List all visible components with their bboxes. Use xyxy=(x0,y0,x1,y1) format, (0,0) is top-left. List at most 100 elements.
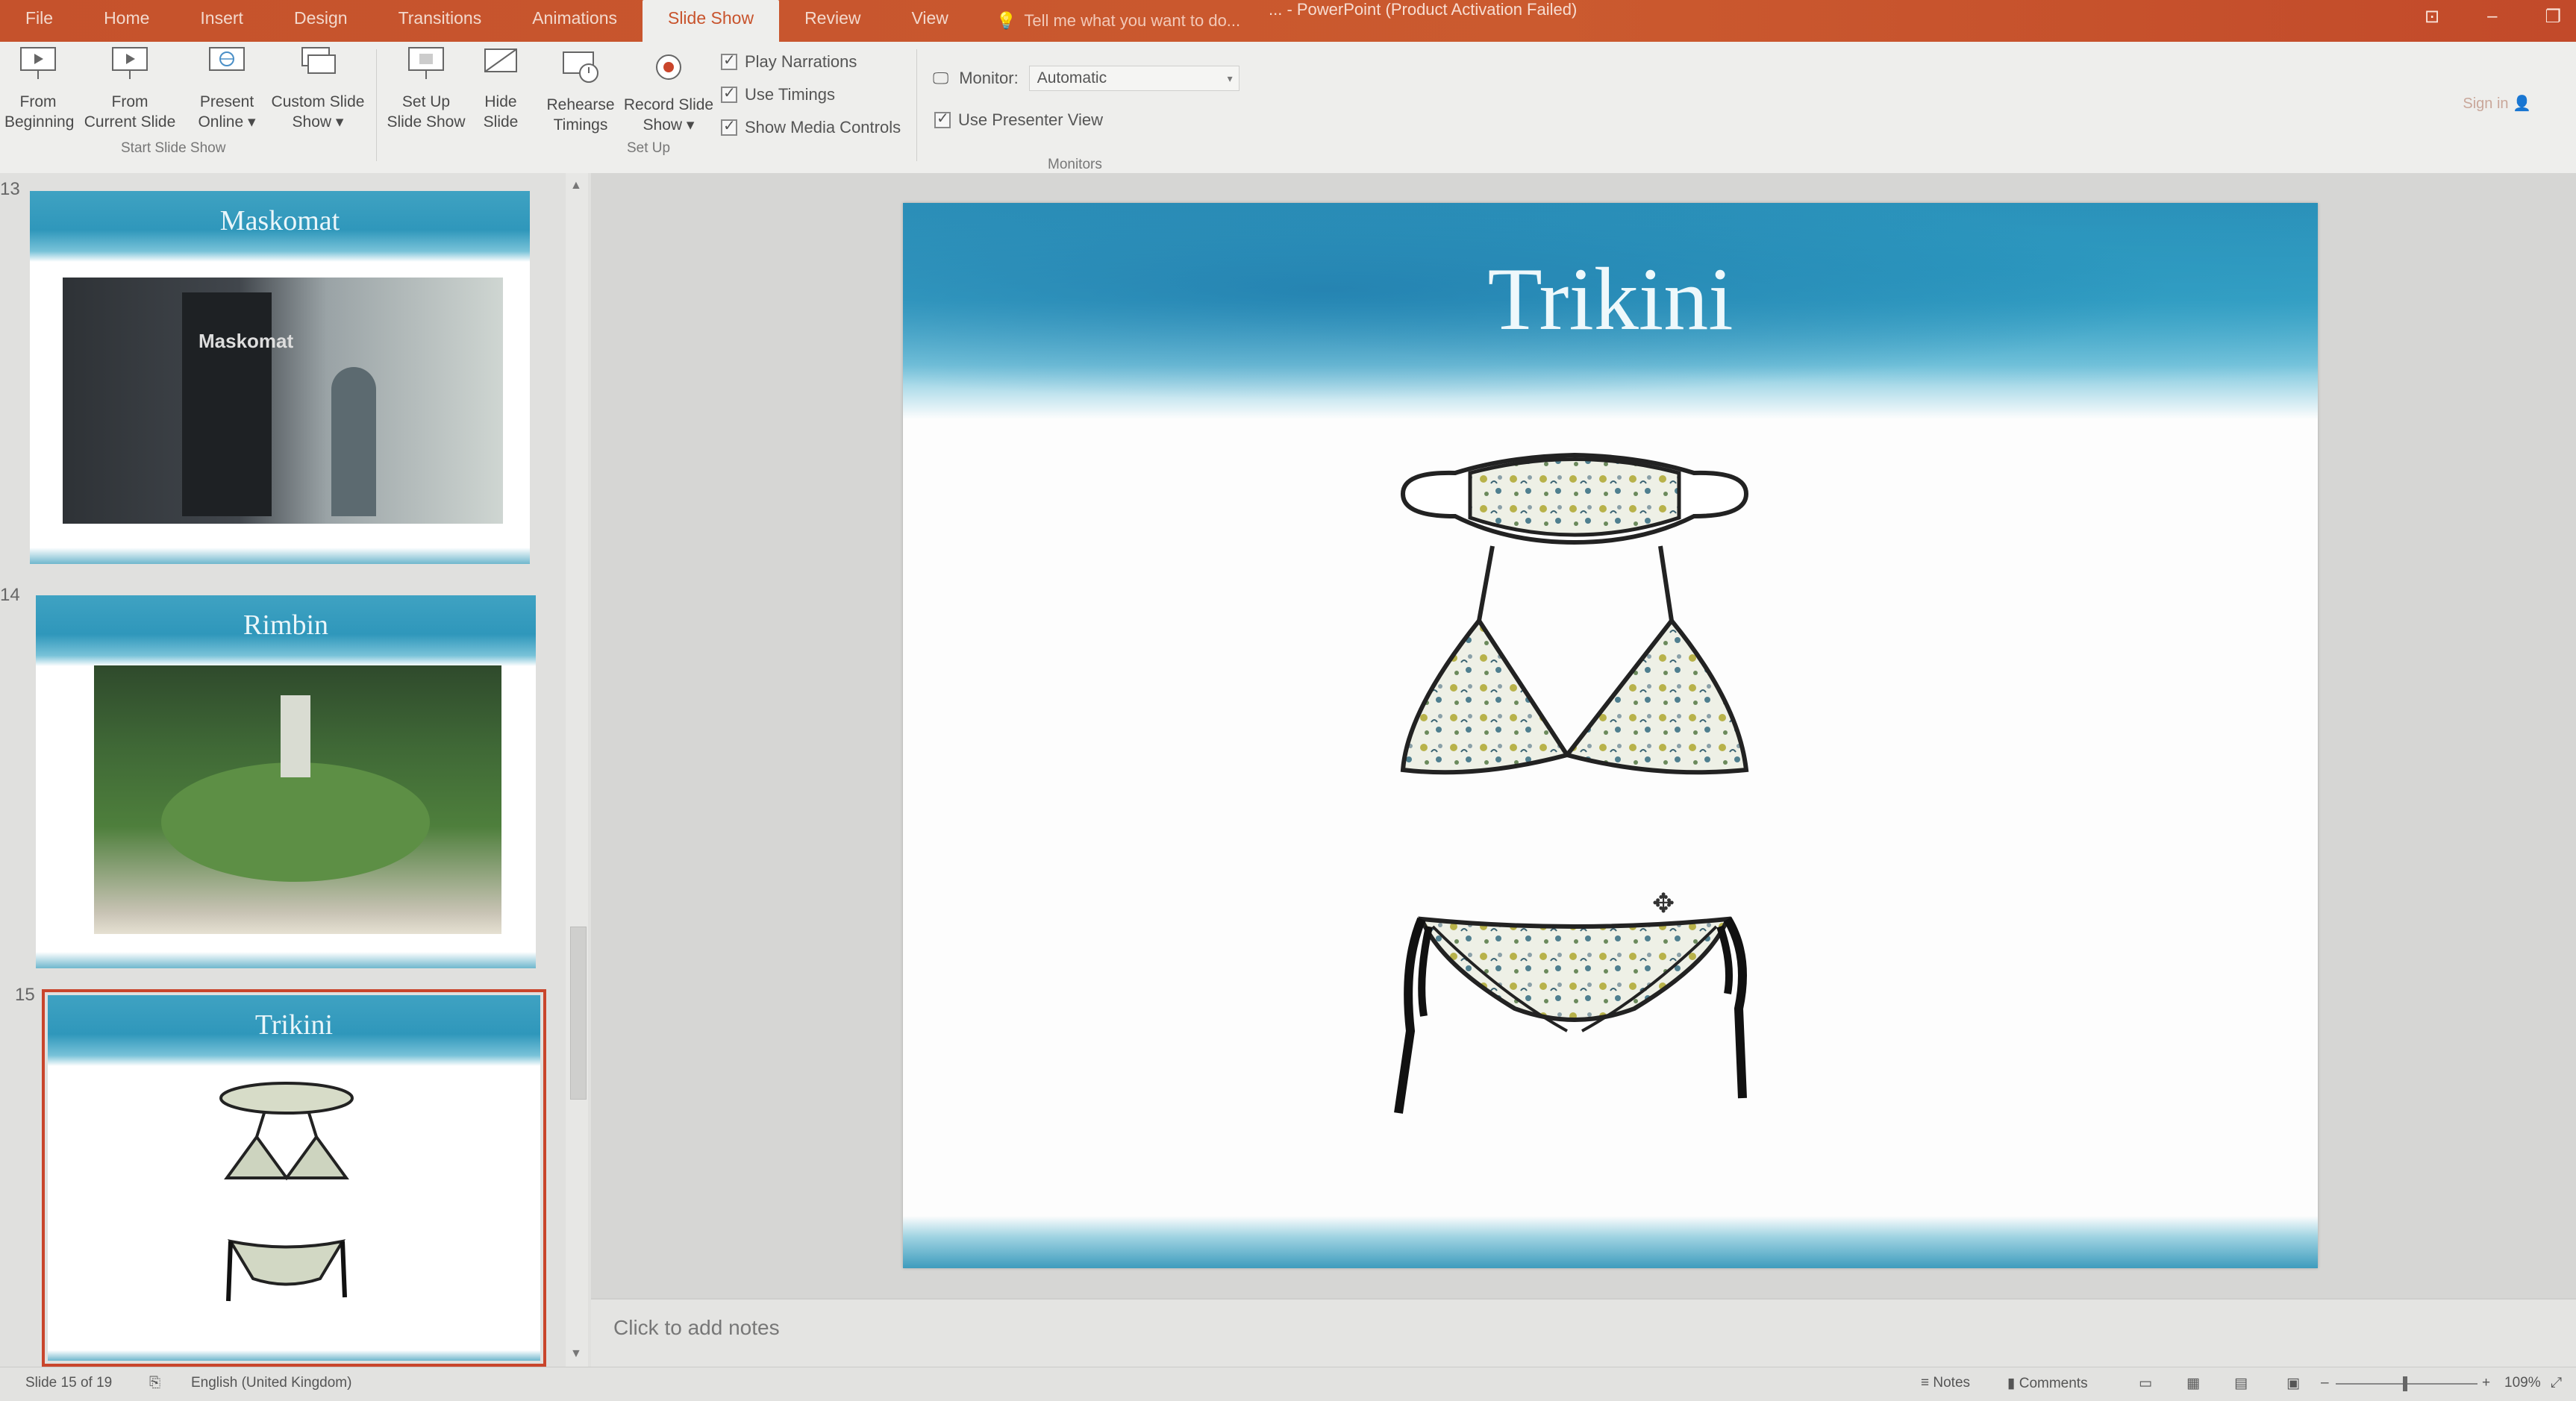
hide-slide-icon xyxy=(484,48,517,72)
reading-view-icon[interactable]: ▤ xyxy=(2234,1375,2248,1392)
slide-number: 13 xyxy=(0,179,20,199)
notes-placeholder: Click to add notes xyxy=(613,1316,780,1339)
rehearse-timings-button[interactable]: Rehearse Timings xyxy=(539,48,622,135)
ribbon-display-icon[interactable]: ⊡ xyxy=(2425,6,2439,28)
language-indicator[interactable]: English (United Kingdom) xyxy=(191,1375,351,1391)
zoom-in-icon[interactable]: + xyxy=(2482,1375,2490,1391)
custom-slide-show-button[interactable]: Custom Slide Show ▾ xyxy=(266,45,370,132)
ribbon-tabs: File Home Insert Design Transitions Anim… xyxy=(0,0,1240,42)
slideshow-play-icon xyxy=(20,47,56,79)
group-separator xyxy=(916,49,917,161)
thumb-title: Rimbin xyxy=(243,609,329,641)
user-icon: 👤 xyxy=(2513,95,2531,112)
group-separator xyxy=(376,49,377,161)
tab-design[interactable]: Design xyxy=(269,0,373,42)
scroll-up-icon[interactable]: ▲ xyxy=(570,179,582,192)
group-label-start: Start Slide Show xyxy=(121,140,226,156)
comments-button[interactable]: ▮ Comments xyxy=(2007,1375,2088,1392)
slide-sorter-icon[interactable]: ▦ xyxy=(2186,1375,2200,1392)
record-slide-show-button[interactable]: Record Slide Show ▾ xyxy=(619,48,718,135)
notes-pane[interactable]: Click to add notes xyxy=(591,1298,2576,1368)
minimize-icon[interactable]: – xyxy=(2487,6,2497,28)
zoom-slider-knob[interactable] xyxy=(2403,1376,2407,1391)
slide-footer-band xyxy=(903,1216,2318,1268)
thumb-footer-band xyxy=(30,548,530,564)
garden-photo xyxy=(94,665,501,934)
notes-button[interactable]: ≡ Notes xyxy=(1921,1375,1970,1391)
monitor-label: Monitor: xyxy=(959,69,1019,87)
photo-sign-text: Maskomat xyxy=(198,330,294,352)
maskomat-photo: Maskomat xyxy=(63,278,503,524)
slide-thumbnail-14[interactable]: Rimbin xyxy=(36,595,536,968)
slide-number: 15 xyxy=(15,985,35,1005)
slide-counter: Slide 15 of 19 xyxy=(25,1375,113,1391)
slide-thumbnail-13[interactable]: Maskomat Maskomat xyxy=(30,191,530,564)
tab-slide-show[interactable]: Slide Show xyxy=(642,0,780,42)
trikini-thumb-illustration xyxy=(219,1082,354,1302)
monitor-select[interactable]: Automatic ▾ xyxy=(1028,66,1239,91)
lightbulb-icon: 💡 xyxy=(995,11,1017,30)
sign-in-link[interactable]: Sign in 👤 xyxy=(2463,94,2531,113)
current-slide[interactable]: Trikini ✥ xyxy=(903,203,2318,1268)
thumb-footer-band xyxy=(48,1350,540,1361)
window-controls: ⊡ – ❐ xyxy=(2425,6,2561,28)
spellcheck-icon[interactable]: ⎘ xyxy=(149,1375,160,1391)
restore-icon[interactable]: ❐ xyxy=(2545,6,2561,28)
checkbox-checked-icon xyxy=(934,109,951,128)
tell-me-text: Tell me what you want to do... xyxy=(1024,11,1241,30)
move-cursor-icon: ✥ xyxy=(1652,888,1675,918)
title-bar: File Home Insert Design Transitions Anim… xyxy=(0,0,2576,42)
document-title: ... - PowerPoint (Product Activation Fai… xyxy=(1269,0,1578,19)
tab-insert[interactable]: Insert xyxy=(175,0,269,42)
normal-view-icon[interactable]: ▭ xyxy=(2139,1375,2152,1392)
scrollbar-thumb[interactable] xyxy=(570,927,587,1100)
trikini-illustration[interactable] xyxy=(1388,442,1806,1150)
group-label-setup: Set Up xyxy=(627,140,671,156)
custom-show-icon xyxy=(301,47,336,74)
slideshow-current-icon xyxy=(112,47,148,79)
slide-number: 14 xyxy=(0,585,20,605)
tab-review[interactable]: Review xyxy=(779,0,886,42)
scroll-down-icon[interactable]: ▼ xyxy=(570,1347,582,1361)
zoom-level[interactable]: 109% xyxy=(2504,1375,2541,1391)
show-media-controls-checkbox[interactable]: Show Media Controls xyxy=(721,116,901,137)
thumb-footer-band xyxy=(36,952,536,968)
from-current-slide-button[interactable]: From Current Slide xyxy=(78,45,182,132)
chevron-down-icon: ▾ xyxy=(1227,72,1233,84)
checkbox-checked-icon xyxy=(721,84,737,103)
play-narrations-checkbox[interactable]: Play Narrations xyxy=(721,51,857,72)
tab-file[interactable]: File xyxy=(0,0,78,42)
record-icon xyxy=(656,54,681,80)
checkbox-checked-icon xyxy=(721,51,737,70)
tab-home[interactable]: Home xyxy=(78,0,175,42)
checkbox-checked-icon xyxy=(721,116,737,136)
thumbnail-scrollbar[interactable]: ▲ ▼ xyxy=(566,173,588,1367)
thumb-title: Trikini xyxy=(254,1009,334,1041)
tell-me-box[interactable]: 💡 Tell me what you want to do... xyxy=(996,11,1240,31)
tab-transitions[interactable]: Transitions xyxy=(373,0,507,42)
setup-show-icon xyxy=(408,47,444,79)
tab-view[interactable]: View xyxy=(886,0,973,42)
thumbnail-pane: 13 Maskomat Maskomat 14 Rimbin 15 Trikin… xyxy=(0,173,591,1367)
status-bar: Slide 15 of 19 ⎘ English (United Kingdom… xyxy=(0,1367,2576,1401)
slide-editing-area: Trikini ✥ xyxy=(591,173,2576,1367)
group-label-monitors: Monitors xyxy=(1048,157,1102,172)
present-online-icon xyxy=(209,47,245,71)
ribbon: From Beginning From Current Slide Presen… xyxy=(0,42,2576,175)
fit-to-window-icon[interactable]: ⤢ xyxy=(2551,1375,2562,1391)
present-online-button[interactable]: Present Online ▾ xyxy=(190,45,264,132)
zoom-out-icon[interactable]: – xyxy=(2321,1375,2329,1391)
tab-animations[interactable]: Animations xyxy=(507,0,643,42)
set-up-slide-show-button[interactable]: Set Up Slide Show xyxy=(382,45,470,132)
monitor-icon: 🖵 xyxy=(933,69,949,87)
use-presenter-view-checkbox[interactable]: Use Presenter View xyxy=(934,109,1103,130)
slideshow-view-icon[interactable]: ▣ xyxy=(2286,1375,2300,1392)
from-beginning-button[interactable]: From Beginning xyxy=(4,45,74,132)
stopwatch-icon xyxy=(563,51,598,83)
thumb-title: Maskomat xyxy=(219,205,340,236)
use-timings-checkbox[interactable]: Use Timings xyxy=(721,84,835,104)
monitor-row: 🖵 Monitor: Automatic ▾ xyxy=(933,66,1239,91)
slide-thumbnail-15[interactable]: Trikini xyxy=(42,989,546,1367)
slide-title[interactable]: Trikini xyxy=(903,248,2318,351)
hide-slide-button[interactable]: Hide Slide xyxy=(470,45,531,132)
